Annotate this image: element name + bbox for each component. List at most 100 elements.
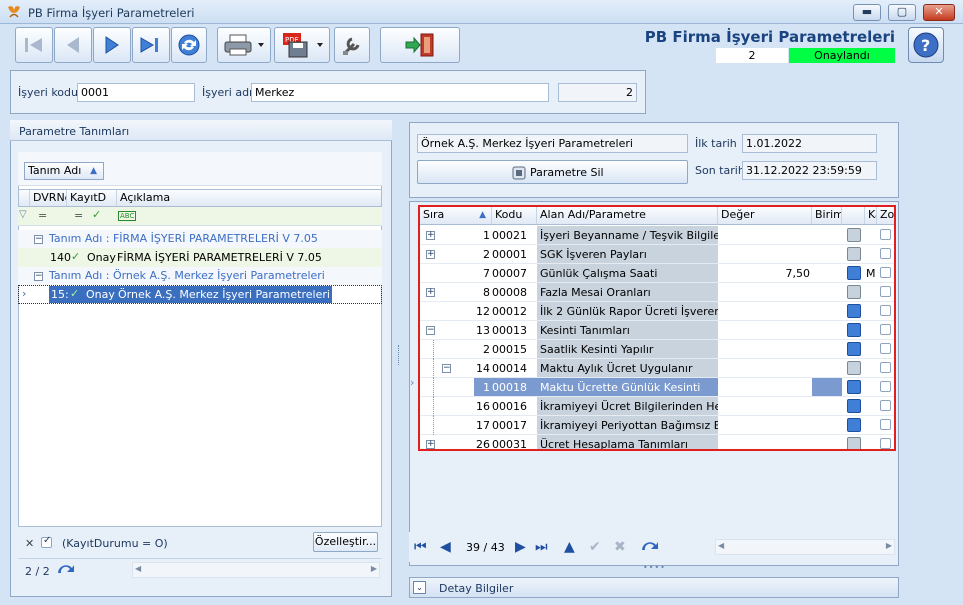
collapse-icon[interactable]: −: [34, 272, 43, 281]
scroll-left-icon[interactable]: ◀: [718, 541, 724, 550]
required-checkbox[interactable]: [880, 343, 891, 354]
filter-row[interactable]: ▽ = = ✓ ABC: [18, 207, 382, 226]
refresh-icon[interactable]: [639, 538, 661, 556]
tree-row[interactable]: − 13 00013 Kesinti Tanımları: [420, 321, 894, 340]
start-date-field[interactable]: 1.01.2022: [742, 134, 877, 153]
print-button[interactable]: [217, 27, 271, 63]
help-button[interactable]: ?: [908, 27, 944, 63]
col-ka[interactable]: Ka: [865, 207, 877, 224]
refresh-button[interactable]: [171, 27, 207, 63]
col-aciklama[interactable]: Açıklama: [117, 190, 383, 206]
tree-row[interactable]: +1 00021 İşyeri Beyanname / Teşvik Bilgile…: [420, 226, 894, 245]
required-checkbox[interactable]: [880, 267, 891, 278]
tree-row[interactable]: +8 00008 Fazla Mesai Oranları: [420, 283, 894, 302]
document-icon[interactable]: [847, 399, 861, 413]
col-alan[interactable]: Alan Adı/Parametre: [537, 207, 718, 224]
right-scrollbar[interactable]: ◀ ▶: [715, 539, 895, 555]
col-zor[interactable]: Zor: [877, 207, 894, 224]
col-kodu[interactable]: Kodu: [492, 207, 537, 224]
collapse-icon[interactable]: −: [34, 235, 43, 244]
customize-button[interactable]: Özelleştir...: [313, 532, 378, 552]
tree-row[interactable]: 7 00007 Günlük Çalışma Saati 7,50 M: [420, 264, 894, 283]
document-icon[interactable]: [847, 342, 861, 356]
tree-row[interactable]: +2 00001 SGK İşveren Payları: [420, 245, 894, 264]
table-row[interactable]: 140 ✓ Onay FİRMA İŞYERİ PARAMETRELERİ V …: [18, 248, 382, 267]
settings-icon[interactable]: [847, 228, 861, 242]
required-checkbox[interactable]: [880, 286, 891, 297]
splitter-handle[interactable]: ••••: [643, 563, 666, 572]
group-row[interactable]: − Tanım Adı : Örnek A.Ş. Merkez İşyeri P…: [18, 267, 382, 285]
close-button[interactable]: ✕: [923, 4, 955, 21]
next-page-icon[interactable]: ▶: [515, 539, 526, 555]
required-checkbox[interactable]: [880, 381, 891, 392]
first-record-button[interactable]: [15, 27, 53, 63]
document-icon[interactable]: [847, 380, 861, 394]
required-checkbox[interactable]: [880, 362, 891, 373]
scroll-right-icon[interactable]: ▶: [886, 541, 892, 550]
collapse-icon[interactable]: −: [426, 326, 435, 335]
scroll-left-icon[interactable]: ◀: [135, 564, 141, 573]
settings-icon[interactable]: [847, 247, 861, 261]
detail-section-bar[interactable]: ⌄ Detay Bilgiler: [409, 577, 899, 598]
col-dvrno[interactable]: DVRNo: [30, 190, 67, 206]
col-kayitd[interactable]: KayıtD: [67, 190, 117, 206]
export-button[interactable]: PDF: [274, 27, 330, 63]
tools-button[interactable]: [334, 27, 370, 63]
document-icon[interactable]: [847, 323, 861, 337]
expand-icon[interactable]: +: [426, 231, 435, 240]
document-icon[interactable]: [847, 266, 861, 280]
settings-icon[interactable]: [847, 361, 861, 375]
required-checkbox[interactable]: [880, 324, 891, 335]
scroll-right-icon[interactable]: ▶: [371, 564, 377, 573]
prev-page-icon[interactable]: ◀: [440, 539, 451, 555]
tree-row[interactable]: 16 00016 İkramiyeyi Ücret Bilgilerinden He…: [420, 397, 894, 416]
parameter-name-field[interactable]: Örnek A.Ş. Merkez İşyeri Parametreleri: [417, 134, 688, 153]
col-birim[interactable]: Birim: [812, 207, 842, 224]
expand-chevron-icon[interactable]: ⌄: [413, 581, 426, 594]
insert-record-icon[interactable]: ▲: [564, 539, 575, 555]
required-checkbox[interactable]: [880, 248, 891, 259]
col-deger[interactable]: Değer: [718, 207, 812, 224]
tree-row[interactable]: 12 00012 İlk 2 Günlük Rapor Ücreti İşveren…: [420, 302, 894, 321]
tree-row[interactable]: 2 00015 Saatlik Kesinti Yapılır: [420, 340, 894, 359]
document-icon[interactable]: [847, 304, 861, 318]
workplace-name-input[interactable]: Merkez: [251, 83, 549, 102]
document-icon[interactable]: [847, 418, 861, 432]
next-record-button[interactable]: [93, 27, 131, 63]
tree-row[interactable]: −14 00014 Maktu Aylık Ücret Uygulanır: [420, 359, 894, 378]
settings-icon[interactable]: [847, 285, 861, 299]
col-icon[interactable]: [842, 207, 865, 224]
first-page-icon[interactable]: ⏮: [414, 539, 427, 555]
group-row[interactable]: − Tanım Adı : FİRMA İŞYERİ PARAMETRELERİ…: [18, 230, 382, 248]
expand-icon[interactable]: +: [426, 250, 435, 259]
maximize-button[interactable]: ▢: [888, 4, 916, 21]
exit-button[interactable]: [380, 27, 460, 63]
delete-parameter-button[interactable]: Parametre Sil: [417, 160, 688, 184]
prev-record-button[interactable]: [54, 27, 92, 63]
tree-row[interactable]: 1700017 İkramiyeyi Periyottan Bağımsız Bo…: [420, 416, 894, 435]
end-date-field[interactable]: 31.12.2022 23:59:59: [742, 161, 877, 180]
last-record-button[interactable]: [132, 27, 170, 63]
tree-row-selected[interactable]: 1 00018 Maktu Ücrette Günlük Kesinti: [420, 378, 894, 397]
expand-icon[interactable]: +: [426, 440, 435, 449]
tree-row[interactable]: +26 00031 Ücret Hesaplama Tanımları: [420, 435, 894, 449]
required-checkbox[interactable]: [880, 305, 891, 316]
refresh-icon[interactable]: [55, 561, 77, 579]
minimize-button[interactable]: ▬: [853, 4, 881, 21]
groupby-chip[interactable]: Tanım Adı ▲: [24, 162, 104, 180]
required-checkbox[interactable]: [880, 400, 891, 411]
required-checkbox[interactable]: [880, 419, 891, 430]
required-checkbox[interactable]: [880, 438, 891, 449]
workplace-code-input[interactable]: 0001: [77, 83, 195, 102]
expand-icon[interactable]: +: [426, 288, 435, 297]
cancel-icon[interactable]: ✖: [614, 539, 626, 555]
required-checkbox[interactable]: [880, 229, 891, 240]
filter-active-checkbox[interactable]: ✓: [41, 535, 52, 548]
col-sira[interactable]: Sıra ▲: [420, 207, 492, 224]
table-row-selected[interactable]: › 15: ✓ Onay Örnek A.Ş. Merkez İşyeri Pa…: [18, 285, 382, 304]
confirm-icon[interactable]: ✔: [589, 539, 601, 555]
settings-icon[interactable]: [847, 437, 861, 449]
splitter-handle[interactable]: [398, 345, 402, 365]
last-page-icon[interactable]: ⏭: [535, 539, 548, 555]
clear-filter-icon[interactable]: ✕: [25, 537, 34, 550]
